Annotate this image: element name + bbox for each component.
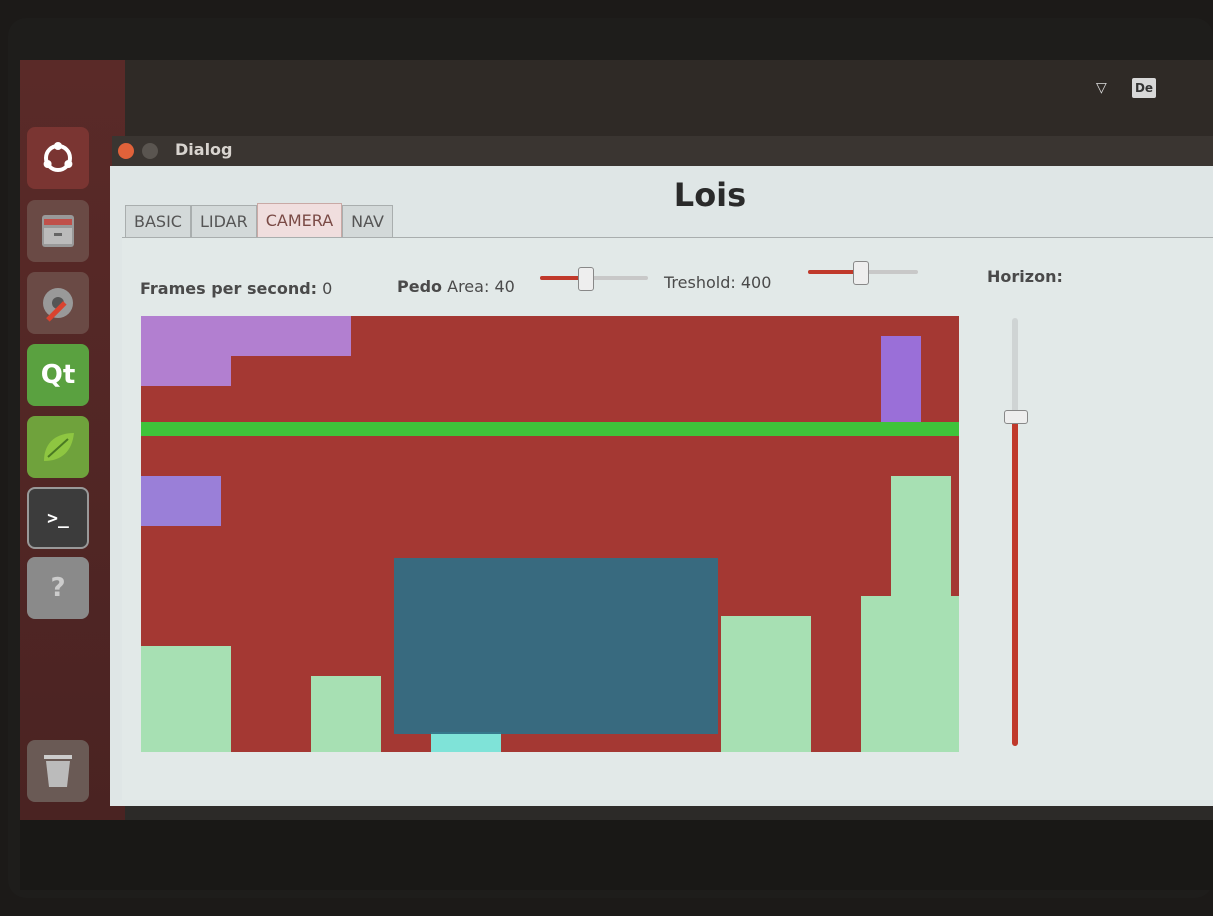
top-panel [125, 60, 1213, 142]
settings-wrench-icon[interactable] [27, 272, 89, 334]
qt-label: Qt [40, 360, 76, 390]
purple-region [141, 316, 351, 356]
tab-lidar[interactable]: LIDAR [190, 205, 257, 237]
minimize-icon[interactable] [142, 143, 158, 159]
horizon-slider[interactable] [1004, 318, 1028, 746]
horizon-label-wrap: Horizon: [987, 267, 1063, 286]
terminal-label: >_ [47, 507, 69, 529]
pedo-value: 40 [494, 277, 515, 296]
threshold-value: 400 [740, 273, 772, 292]
pedo-label-bold: Pedo [397, 277, 443, 296]
purple-region [141, 356, 231, 386]
close-icon[interactable] [118, 143, 134, 159]
fps-value: 0 [322, 279, 333, 298]
tab-basic[interactable]: BASIC [125, 205, 191, 237]
fps-label: Frames per second: [140, 279, 318, 298]
wifi-icon[interactable]: ▽ [1096, 80, 1107, 96]
pedo-area-readout: Pedo Area: 40 [397, 277, 515, 296]
tab-bar: BASIC LIDAR CAMERA NAV [125, 203, 393, 237]
purple-region [141, 476, 221, 526]
green-region [141, 646, 231, 752]
leaf-icon[interactable] [27, 416, 89, 478]
window-titlebar [112, 136, 1213, 166]
pedestrian-detection-box [394, 558, 718, 734]
threshold-slider[interactable] [808, 261, 918, 285]
file-cabinet-icon[interactable] [27, 200, 89, 262]
keyboard-layout-indicator[interactable]: De [1132, 78, 1156, 98]
app-heading: Lois [673, 176, 747, 214]
horizon-slider-handle[interactable] [1004, 410, 1028, 425]
qt-logo-icon[interactable]: Qt [27, 344, 89, 406]
camera-view [141, 316, 959, 752]
trash-icon[interactable] [27, 740, 89, 802]
tab-nav[interactable]: NAV [342, 205, 393, 237]
help-label: ? [50, 573, 66, 603]
threshold-label: Treshold: [664, 273, 736, 292]
cyan-region [431, 732, 501, 752]
purple-region [881, 336, 921, 436]
help-icon[interactable]: ? [27, 557, 89, 619]
horizon-slider-fill [1012, 416, 1018, 746]
pedo-area-slider[interactable] [540, 267, 648, 291]
green-region [311, 676, 381, 752]
threshold-slider-fill [808, 270, 860, 274]
green-region [721, 616, 811, 752]
pedo-slider-handle[interactable] [578, 267, 595, 291]
ubuntu-logo-icon[interactable] [27, 127, 89, 189]
threshold-readout: Treshold: 400 [664, 273, 771, 292]
horizon-label: Horizon: [987, 267, 1063, 286]
pedo-label: Area: [447, 277, 490, 296]
horizon-line [141, 422, 959, 436]
tab-camera[interactable]: CAMERA [256, 203, 343, 237]
lower-bezel [20, 820, 1213, 890]
green-region [891, 476, 951, 596]
terminal-icon[interactable]: >_ [27, 487, 89, 549]
fps-readout: Frames per second: 0 [140, 279, 332, 298]
threshold-slider-handle[interactable] [852, 261, 869, 285]
window-title: Dialog [175, 140, 233, 159]
green-region [861, 596, 959, 752]
